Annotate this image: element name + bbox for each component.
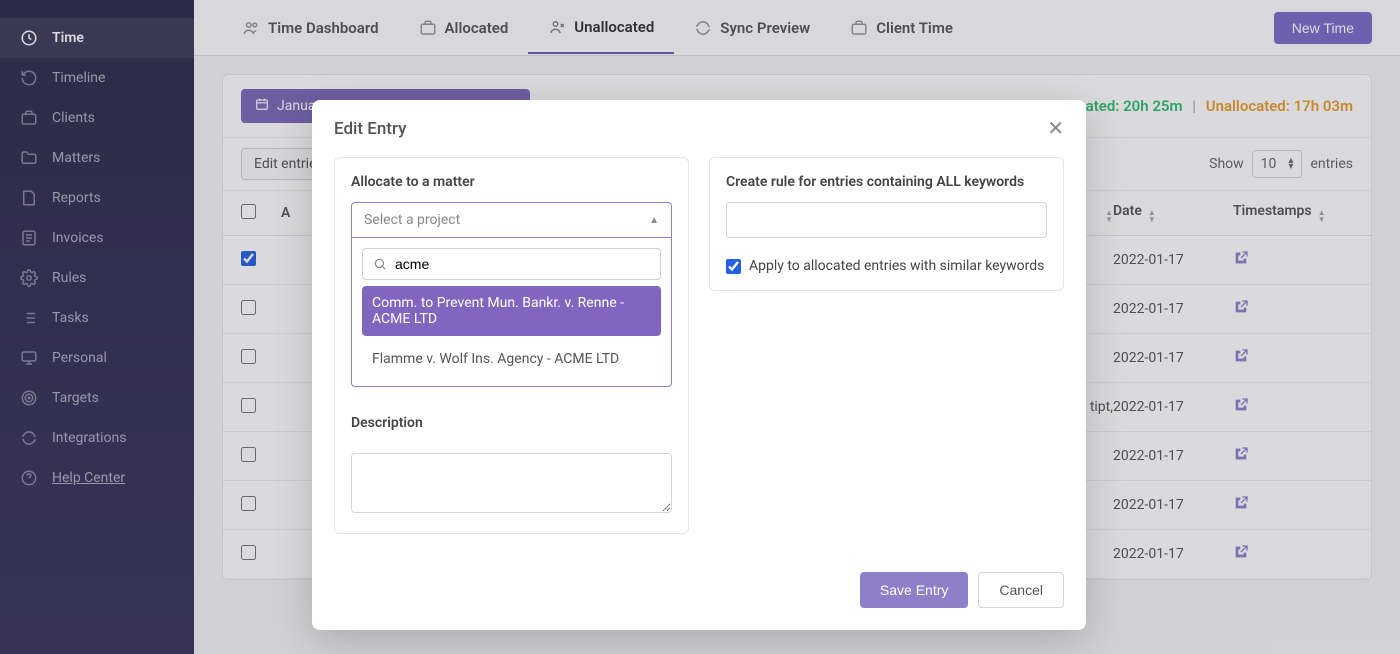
project-option[interactable]: Flamme v. Wolf Ins. Agency - ACME LTD bbox=[362, 342, 661, 376]
project-option-highlighted[interactable]: Comm. to Prevent Mun. Bankr. v. Renne - … bbox=[362, 286, 661, 336]
rule-keywords-input[interactable] bbox=[726, 202, 1047, 238]
modal-footer: Save Entry Cancel bbox=[312, 558, 1086, 630]
apply-checkbox[interactable] bbox=[726, 259, 741, 274]
description-label: Description bbox=[351, 415, 672, 431]
project-select-trigger[interactable]: Select a project ▲ bbox=[351, 202, 672, 238]
modal-body: Allocate to a matter Select a project ▲ … bbox=[312, 157, 1086, 558]
search-icon bbox=[373, 257, 387, 271]
allocate-label: Allocate to a matter bbox=[351, 174, 672, 190]
select-placeholder: Select a project bbox=[364, 212, 460, 228]
allocate-panel: Allocate to a matter Select a project ▲ … bbox=[334, 157, 689, 534]
description-textarea[interactable] bbox=[351, 453, 672, 513]
edit-entry-modal: Edit Entry ✕ Allocate to a matter Select… bbox=[312, 100, 1086, 630]
close-icon: ✕ bbox=[1047, 118, 1064, 140]
modal-header: Edit Entry ✕ bbox=[312, 100, 1086, 157]
apply-label: Apply to allocated entries with similar … bbox=[749, 258, 1044, 274]
apply-row: Apply to allocated entries with similar … bbox=[726, 258, 1047, 274]
rule-panel: Create rule for entries containing ALL k… bbox=[709, 157, 1064, 291]
modal-title: Edit Entry bbox=[334, 119, 406, 139]
save-entry-button[interactable]: Save Entry bbox=[860, 572, 968, 608]
cancel-button[interactable]: Cancel bbox=[978, 572, 1064, 608]
caret-up-icon: ▲ bbox=[649, 215, 659, 226]
project-search-input[interactable] bbox=[395, 256, 650, 272]
project-search-box bbox=[362, 248, 661, 280]
modal-close-button[interactable]: ✕ bbox=[1047, 116, 1064, 141]
project-dropdown: Comm. to Prevent Mun. Bankr. v. Renne - … bbox=[351, 238, 672, 387]
rule-label: Create rule for entries containing ALL k… bbox=[726, 174, 1047, 190]
